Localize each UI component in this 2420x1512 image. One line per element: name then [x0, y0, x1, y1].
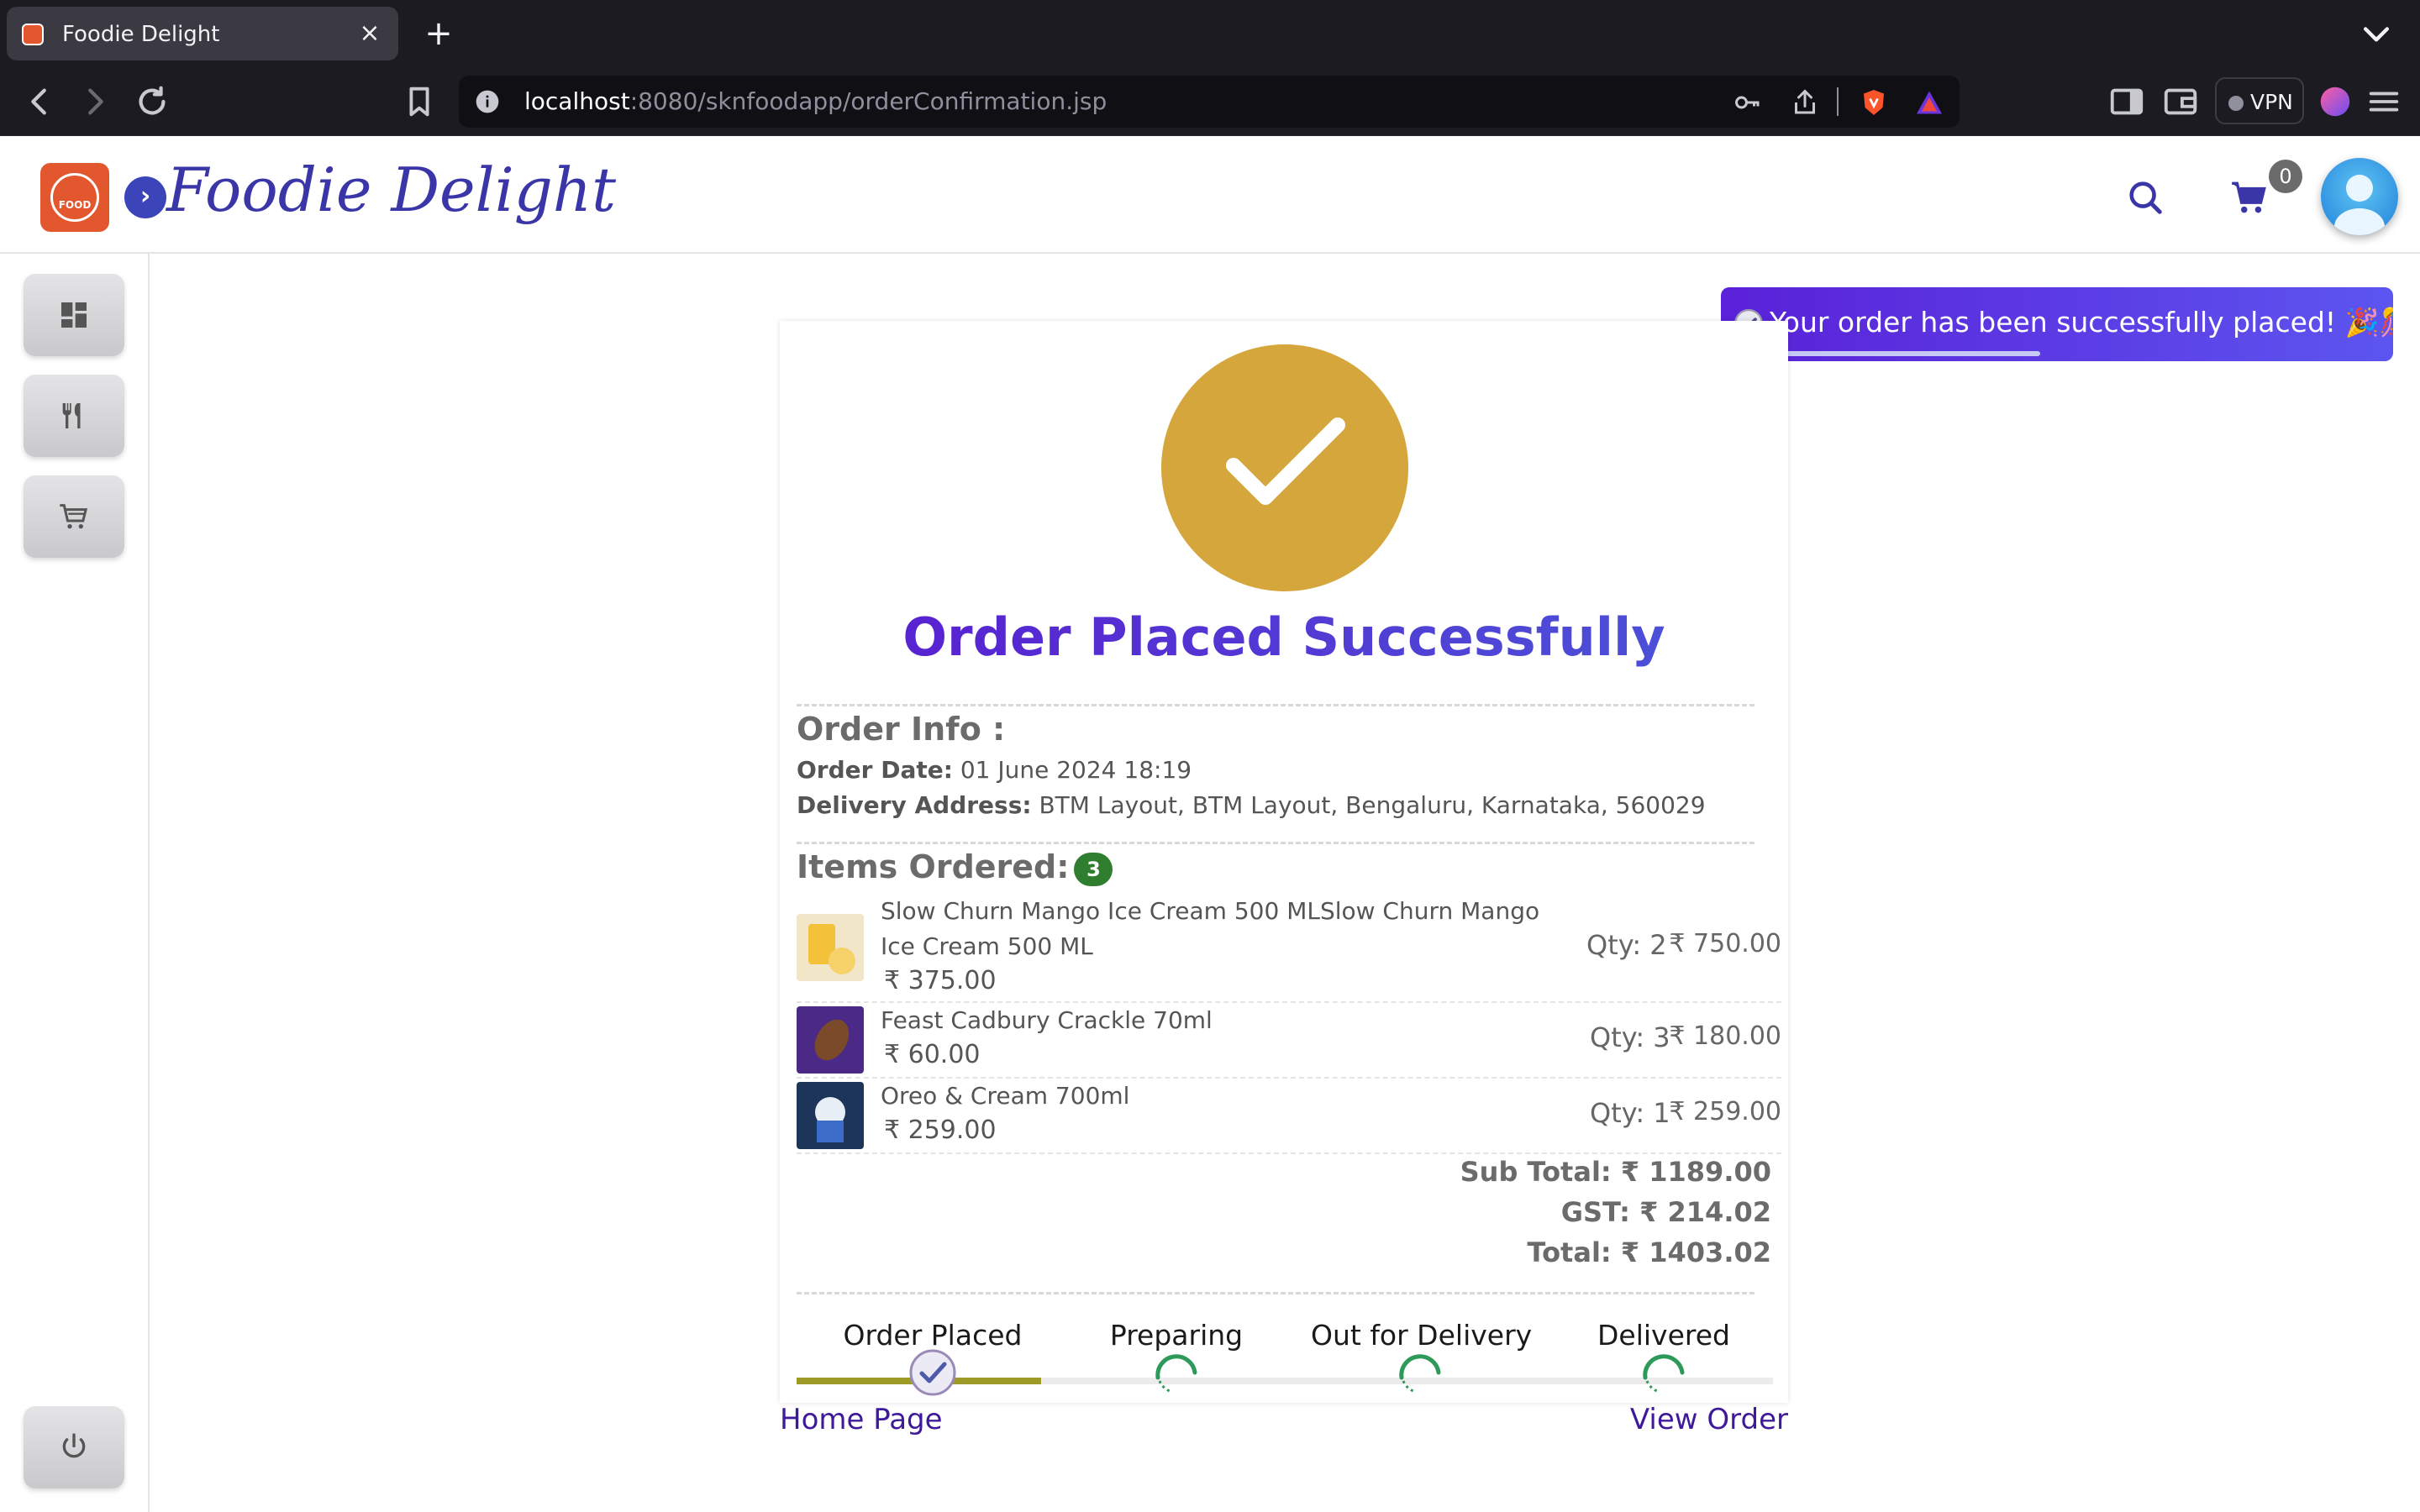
item-qty: Qty: 3	[1590, 1021, 1670, 1053]
brave-shield-icon[interactable]	[1859, 87, 1889, 118]
success-toast[interactable]: Your order has been successfully placed!…	[1721, 287, 2393, 361]
chevron-down-icon[interactable]	[2358, 15, 2395, 52]
item-name: Feast Cadbury Crackle 70ml	[881, 1006, 1213, 1034]
forward-icon[interactable]	[76, 82, 114, 121]
browser-tab[interactable]: Foodie Delight ×	[7, 7, 398, 60]
divider	[797, 1292, 1754, 1294]
logout-button[interactable]	[24, 1406, 124, 1488]
list-item: Slow Churn Mango Ice Cream 500 MLSlow Ch…	[797, 894, 1781, 1003]
sidebar	[0, 254, 150, 1512]
search-icon[interactable]	[2126, 178, 2165, 217]
sidebar-item-cart[interactable]	[24, 475, 124, 558]
cart-icon	[60, 504, 88, 529]
url-text: localhost:8080/sknfoodapp/orderConfirmat…	[524, 87, 1107, 115]
wallet-icon[interactable]	[2161, 82, 2200, 121]
browser-tab-bar: Foodie Delight × +	[0, 0, 2420, 67]
order-info-heading: Order Info :	[797, 711, 1006, 748]
item-price: ₹ 259.00	[884, 1116, 997, 1145]
cart-icon[interactable]	[2228, 176, 2270, 218]
sidebar-icon[interactable]	[2107, 82, 2146, 121]
sidebar-toggle-button[interactable]: ›	[124, 176, 166, 218]
item-qty: Qty: 2	[1586, 929, 1667, 961]
sidebar-item-dashboard[interactable]	[24, 274, 124, 356]
spinner-icon	[1643, 1354, 1685, 1393]
browser-toolbar: localhost:8080/sknfoodapp/orderConfirmat…	[0, 67, 2420, 136]
item-name: Oreo & Cream 700ml	[881, 1082, 1130, 1110]
vpn-button[interactable]: VPN	[2215, 77, 2304, 124]
items-count-badge: 3	[1074, 852, 1113, 886]
delivery-address: Delivery Address: BTM Layout, BTM Layout…	[797, 791, 1706, 819]
item-price: ₹ 375.00	[884, 966, 997, 995]
check-icon	[1226, 417, 1345, 505]
spinner-icon	[1399, 1354, 1441, 1393]
item-name: Slow Churn Mango Ice Cream 500 MLSlow Ch…	[881, 897, 1540, 960]
favicon-icon	[22, 24, 44, 45]
dashboard-icon	[61, 302, 87, 328]
spinner-icon	[1155, 1354, 1197, 1393]
utensils-icon	[62, 403, 81, 428]
divider	[797, 704, 1754, 706]
logo-text: FOOD	[50, 173, 99, 222]
item-total: ₹ 750.00	[1669, 929, 1781, 958]
list-item: Feast Cadbury Crackle 70ml ₹ 60.00 Qty: …	[797, 1003, 1781, 1079]
page-title: Order Placed Successfully	[780, 606, 1788, 668]
item-total: ₹ 259.00	[1669, 1097, 1781, 1126]
leo-ai-icon[interactable]	[2316, 82, 2354, 121]
reload-icon[interactable]	[133, 82, 171, 121]
divider	[1837, 87, 1839, 116]
share-icon[interactable]	[1790, 87, 1820, 118]
menu-icon[interactable]	[2365, 82, 2403, 121]
app-header: FOOD › Foodie Delight	[0, 136, 2420, 254]
order-confirmation-card: Order Placed Successfully Order Info : O…	[780, 321, 1788, 1403]
tab-title: Foodie Delight	[62, 22, 220, 47]
avatar[interactable]	[2321, 158, 2398, 235]
item-thumbnail	[797, 1006, 864, 1074]
new-tab-icon[interactable]: +	[420, 15, 457, 52]
list-item: Oreo & Cream 700ml ₹ 259.00 Qty: 1 ₹ 259…	[797, 1079, 1781, 1154]
order-date: Order Date: 01 June 2024 18:19	[797, 756, 1192, 784]
item-thumbnail	[797, 914, 864, 981]
brand-name: Foodie Delight	[166, 155, 617, 225]
view-order-link[interactable]: View Order	[1630, 1403, 1788, 1436]
chevron-right-icon: ›	[139, 181, 151, 211]
key-icon[interactable]	[1733, 87, 1763, 118]
items-heading: Items Ordered: 3	[797, 848, 1113, 886]
back-icon[interactable]	[20, 82, 59, 121]
vpn-status-icon	[2228, 96, 2244, 111]
sidebar-item-menu[interactable]	[24, 375, 124, 457]
logo[interactable]: FOOD	[40, 163, 109, 232]
subtotal: Sub Total: ₹ 1189.00	[1460, 1156, 1771, 1188]
user-icon	[2334, 175, 2385, 235]
info-icon[interactable]	[474, 88, 501, 115]
toast-message: Your order has been successfully placed!…	[1770, 306, 2393, 339]
gst: GST: ₹ 214.02	[1560, 1196, 1771, 1228]
close-tab-icon[interactable]: ×	[353, 17, 387, 50]
item-qty: Qty: 1	[1590, 1097, 1670, 1129]
check-icon	[909, 1349, 956, 1396]
total: Total: ₹ 1403.02	[1527, 1236, 1771, 1268]
home-page-link[interactable]: Home Page	[780, 1403, 943, 1436]
divider	[797, 842, 1754, 844]
address-bar[interactable]: localhost:8080/sknfoodapp/orderConfirmat…	[459, 76, 1960, 128]
cart-count-badge: 0	[2269, 160, 2302, 193]
brave-rewards-icon[interactable]	[1914, 87, 1944, 118]
item-price: ₹ 60.00	[884, 1040, 981, 1069]
item-thumbnail	[797, 1082, 864, 1149]
bookmark-icon[interactable]	[400, 82, 439, 121]
item-total: ₹ 180.00	[1669, 1021, 1781, 1051]
success-badge	[1161, 344, 1408, 591]
power-icon	[62, 1433, 86, 1458]
